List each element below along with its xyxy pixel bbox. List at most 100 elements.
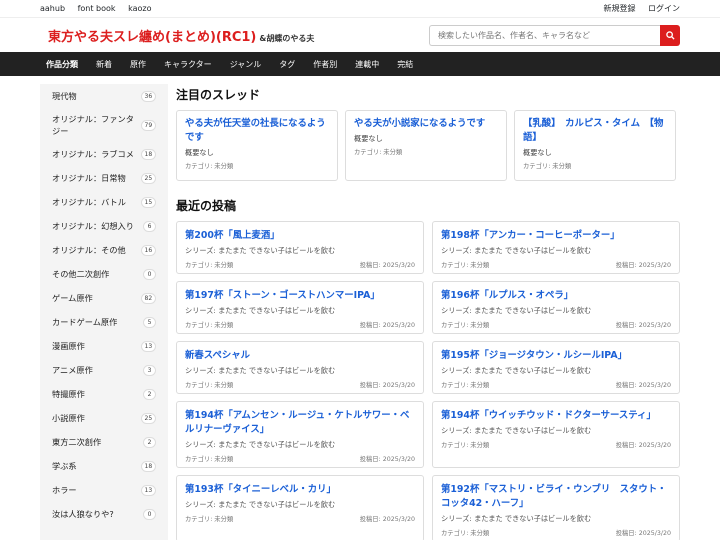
link-kaozo[interactable]: kaozo (128, 4, 151, 13)
search-input[interactable] (429, 24, 660, 46)
post-title[interactable]: 第192杯「マストリ・ビライ・ウンブリ スタウト・コッタ42・ハーフ」 (441, 483, 671, 511)
sidebar-item[interactable]: 現代物 36 (40, 84, 168, 108)
sidebar-item[interactable]: オリジナル：ファンタジー 79 (40, 108, 168, 142)
count-badge: 13 (140, 340, 156, 352)
sidebar-item[interactable]: オリジナル：その他 16 (40, 238, 168, 262)
link-aahub[interactable]: aahub (40, 4, 65, 13)
post-card[interactable]: 新春スペシャル シリーズ: またまた できない子はビールを飲む カテゴリ: 未分… (176, 341, 424, 394)
register-link[interactable]: 新規登録 (603, 4, 635, 13)
thread-title[interactable]: やる夫が小説家になるようです (354, 117, 498, 131)
sidebar-item[interactable]: オリジナル：ラブコメ 18 (40, 142, 168, 166)
sidebar-item[interactable]: ホラー 13 (40, 478, 168, 502)
sidebar-item-label: オリジナル：ファンタジー (52, 114, 134, 136)
post-date: 投稿日: 2025/3/20 (359, 516, 415, 523)
post-title[interactable]: 第193杯「タイニーレベル・カリ」 (185, 483, 415, 497)
featured-card[interactable]: やる夫が任天堂の社長になるようです 概要なし カテゴリ: 未分類 (176, 110, 338, 181)
featured-threads: やる夫が任天堂の社長になるようです 概要なし カテゴリ: 未分類 やる夫が小説家… (176, 110, 680, 181)
recent-posts: 第200杯「風上麦酒」 シリーズ: またまた できない子はビールを飲む カテゴリ… (176, 221, 680, 540)
post-category: カテゴリ: 未分類 (185, 262, 234, 269)
count-badge: 2 (143, 388, 156, 400)
sidebar-item[interactable]: オリジナル：バトル 15 (40, 190, 168, 214)
nav-genre[interactable]: ジャンル (230, 59, 262, 70)
sidebar-item[interactable]: オリジナル：幻想入り 6 (40, 214, 168, 238)
featured-card[interactable]: 【乳酸】 カルピス・タイム 【物語】 概要なし カテゴリ: 未分類 (514, 110, 676, 181)
post-title[interactable]: 第195杯「ジョージタウン・ルシールIPA」 (441, 349, 671, 363)
sidebar-item-label: オリジナル：幻想入り (52, 221, 134, 231)
sidebar-item-label: ゲーム原作 (52, 293, 93, 303)
count-badge: 79 (140, 119, 156, 131)
nav-original-work[interactable]: 原作 (130, 59, 146, 70)
sidebar-item-label: オリジナル：その他 (52, 245, 126, 255)
count-badge: 18 (140, 460, 156, 472)
post-card[interactable]: 第196杯「ルプルス・オペラ」 シリーズ: またまた できない子はビールを飲む … (432, 281, 680, 334)
post-title[interactable]: 第196杯「ルプルス・オペラ」 (441, 289, 671, 303)
post-date: 投稿日: 2025/3/20 (359, 456, 415, 463)
nav-tags[interactable]: タグ (279, 59, 295, 70)
nav-authors[interactable]: 作者別 (313, 59, 337, 70)
thread-summary: 概要なし (185, 148, 214, 157)
login-link[interactable]: ログイン (648, 4, 680, 13)
top-links-right: 新規登録 ログイン (593, 3, 680, 14)
sidebar-item[interactable]: 漫画原作 13 (40, 334, 168, 358)
post-card[interactable]: 第197杯「ストーン・ゴーストハンマーIPA」 シリーズ: またまた できない子… (176, 281, 424, 334)
link-font-book[interactable]: font book (78, 4, 116, 13)
sidebar-item[interactable]: 東方二次創作 2 (40, 430, 168, 454)
thread-summary: 概要なし (354, 134, 383, 143)
count-badge: 18 (140, 148, 156, 160)
sidebar-item[interactable]: ゲーム原作 82 (40, 286, 168, 310)
post-series: シリーズ: またまた できない子はビールを飲む (185, 500, 336, 509)
post-date: 投稿日: 2025/3/20 (615, 382, 671, 389)
sidebar-item[interactable]: その他二次創作 0 (40, 262, 168, 286)
nav-new[interactable]: 新着 (96, 59, 112, 70)
post-title[interactable]: 第197杯「ストーン・ゴーストハンマーIPA」 (185, 289, 415, 303)
search-form (429, 24, 680, 46)
nav-categories[interactable]: 作品分類 (46, 59, 78, 70)
search-icon (665, 30, 675, 40)
post-card[interactable]: 第192杯「マストリ・ビライ・ウンブリ スタウト・コッタ42・ハーフ」 シリーズ… (432, 475, 680, 540)
post-date: 投稿日: 2025/3/20 (615, 262, 671, 269)
sidebar-item[interactable]: アニメ原作 3 (40, 358, 168, 382)
post-card[interactable]: 第195杯「ジョージタウン・ルシールIPA」 シリーズ: またまた できない子は… (432, 341, 680, 394)
sidebar-item-label: 小説原作 (52, 413, 85, 423)
count-badge: 13 (140, 484, 156, 496)
count-badge: 15 (140, 196, 156, 208)
post-card[interactable]: 第194杯「アムンセン・ルージュ・ケトルサワー・ベルリナーヴァイス」 シリーズ:… (176, 401, 424, 468)
post-card[interactable]: 第193杯「タイニーレベル・カリ」 シリーズ: またまた できない子はビールを飲… (176, 475, 424, 540)
sidebar-item[interactable]: 学ぶ系 18 (40, 454, 168, 478)
post-date: 投稿日: 2025/3/20 (359, 322, 415, 329)
thread-summary: 概要なし (523, 148, 552, 157)
sidebar-item[interactable]: カードゲーム原作 5 (40, 310, 168, 334)
sidebar-item[interactable]: 特撮原作 2 (40, 382, 168, 406)
site-header: 東方やる夫スレ纏め(まとめ)(RC1) &胡蝶のやる夫 (0, 17, 720, 52)
post-title[interactable]: 第194杯「ウイッチウッド・ドクターサースティ」 (441, 409, 671, 423)
site-logo[interactable]: 東方やる夫スレ纏め(まとめ)(RC1) &胡蝶のやる夫 (40, 26, 314, 45)
post-title[interactable]: 第194杯「アムンセン・ルージュ・ケトルサワー・ベルリナーヴァイス」 (185, 409, 415, 437)
site-title[interactable]: 東方やる夫スレ纏め(まとめ)(RC1) (40, 26, 256, 45)
sidebar-item[interactable]: 小説原作 25 (40, 406, 168, 430)
post-date: 投稿日: 2025/3/20 (359, 382, 415, 389)
nav-characters[interactable]: キャラクター (164, 59, 212, 70)
sidebar-item[interactable]: 汝は人狼なりや? 0 (40, 502, 168, 526)
post-series: シリーズ: またまた できない子はビールを飲む (441, 366, 592, 375)
sidebar-item-label: 学ぶ系 (52, 461, 77, 471)
post-category: カテゴリ: 未分類 (185, 322, 234, 329)
post-date: 投稿日: 2025/3/20 (615, 322, 671, 329)
count-badge: 0 (143, 268, 156, 280)
post-date: 投稿日: 2025/3/20 (359, 262, 415, 269)
post-category: カテゴリ: 未分類 (185, 456, 234, 463)
featured-card[interactable]: やる夫が小説家になるようです 概要なし カテゴリ: 未分類 (345, 110, 507, 181)
thread-title[interactable]: やる夫が任天堂の社長になるようです (185, 117, 329, 145)
post-title[interactable]: 第200杯「風上麦酒」 (185, 229, 415, 243)
thread-title[interactable]: 【乳酸】 カルピス・タイム 【物語】 (523, 117, 667, 145)
nav-ongoing[interactable]: 連載中 (355, 59, 379, 70)
post-title[interactable]: 新春スペシャル (185, 349, 415, 363)
sidebar-item[interactable]: オリジナル：日常物 25 (40, 166, 168, 190)
post-card[interactable]: 第198杯「アンカー・コーヒーポーター」 シリーズ: またまた できない子はビー… (432, 221, 680, 274)
nav-completed[interactable]: 完結 (397, 59, 413, 70)
sidebar-item-label: 特撮原作 (52, 389, 85, 399)
post-card[interactable]: 第200杯「風上麦酒」 シリーズ: またまた できない子はビールを飲む カテゴリ… (176, 221, 424, 274)
search-button[interactable] (660, 24, 680, 46)
post-title[interactable]: 第198杯「アンカー・コーヒーポーター」 (441, 229, 671, 243)
post-card[interactable]: 第194杯「ウイッチウッド・ドクターサースティ」 シリーズ: またまた できない… (432, 401, 680, 468)
post-category: カテゴリ: 未分類 (441, 530, 490, 537)
